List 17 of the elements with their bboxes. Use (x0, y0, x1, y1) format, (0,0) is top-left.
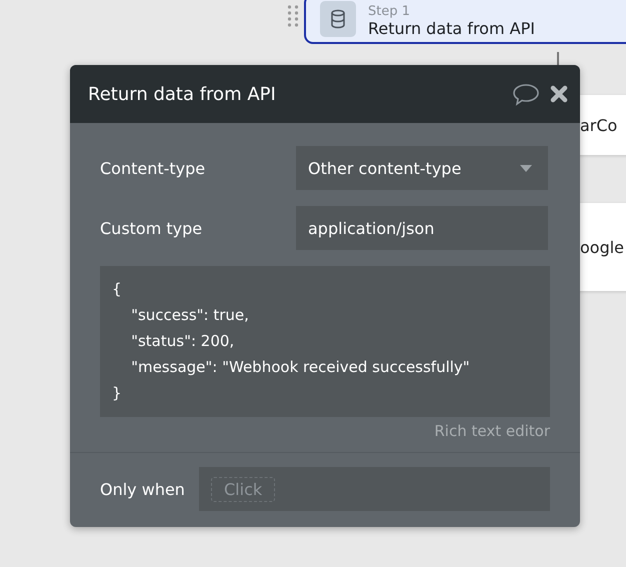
input-field[interactable]: application/json (296, 206, 548, 250)
field-label: Content-type (100, 158, 206, 178)
step-card[interactable]: Step 1 Return data from API (304, 0, 626, 44)
dialog-title: Return data from API (88, 84, 277, 104)
caret-icon (520, 164, 532, 172)
step-number: Step 1 (368, 4, 412, 19)
comment-icon[interactable] (512, 82, 540, 106)
step-title: Return data from API (368, 19, 535, 38)
field-label: Custom type (100, 218, 204, 238)
condition-label: Only when (100, 480, 186, 498)
drag-handle-icon[interactable] (287, 4, 299, 28)
close-icon[interactable] (550, 85, 568, 103)
action-card-text: oogle (580, 238, 624, 256)
database-icon (320, 1, 356, 37)
code-editor[interactable]: { "success": true, "status": 200, "message": "Webhook received successfully" } (100, 266, 550, 417)
content-type-dropdown[interactable]: Other content-type (296, 146, 548, 190)
action-card-text: arCo (580, 116, 618, 134)
